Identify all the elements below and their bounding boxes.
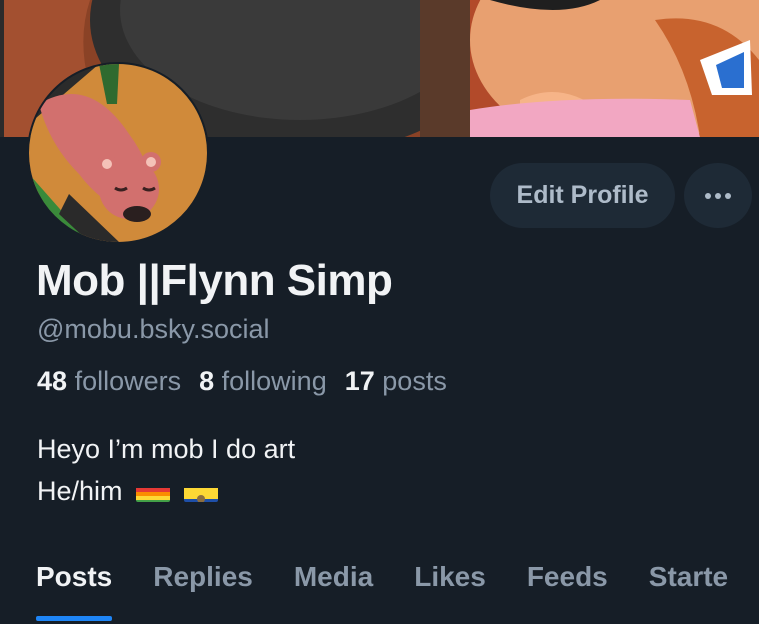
following-stat[interactable]: 8 following — [199, 366, 327, 397]
bio-line-1: Heyo I’m mob I do art — [37, 434, 296, 464]
tab-label: Starte — [648, 561, 729, 592]
tab-label: Replies — [153, 561, 253, 592]
followers-count: 48 — [37, 366, 68, 396]
avatar[interactable] — [27, 62, 209, 244]
tab-label: Feeds — [526, 561, 608, 592]
active-tab-indicator — [36, 616, 113, 621]
tab-starter-packs[interactable]: Starte — [649, 558, 728, 598]
tab-label: Posts — [36, 561, 113, 592]
posts-count: 17 — [344, 366, 375, 396]
edit-profile-button[interactable]: Edit Profile — [490, 163, 675, 228]
more-options-button[interactable] — [684, 163, 752, 228]
profile-stats: 48 followers 8 following 17 posts — [37, 366, 447, 397]
following-label: following — [221, 366, 327, 396]
tab-media[interactable]: Media — [294, 558, 373, 598]
following-count: 8 — [199, 366, 215, 396]
tab-replies[interactable]: Replies — [153, 558, 253, 598]
tab-label: Media — [293, 561, 374, 592]
bio-line-2: He/him — [37, 470, 295, 512]
display-name: Mob ||Flynn Simp — [36, 256, 393, 305]
profile-tabs: Posts Replies Media Likes Feeds Starte — [36, 558, 759, 624]
tab-label: Likes — [414, 561, 486, 592]
profile-handle: @mobu.bsky.social — [37, 314, 270, 344]
ellipsis-icon — [705, 192, 731, 199]
bio-pronouns: He/him — [37, 476, 123, 506]
tab-feeds[interactable]: Feeds — [527, 558, 608, 598]
followers-stat[interactable]: 48 followers — [37, 366, 181, 397]
ecuador-flag-icon — [183, 480, 218, 502]
tab-posts[interactable]: Posts — [36, 558, 113, 621]
followers-label: followers — [74, 366, 182, 396]
rainbow-flag-icon — [136, 480, 171, 502]
tab-likes[interactable]: Likes — [414, 558, 486, 598]
posts-label: posts — [382, 366, 447, 396]
posts-stat: 17 posts — [345, 366, 447, 397]
profile-bio: Heyo I’m mob I do art He/him — [37, 428, 295, 512]
